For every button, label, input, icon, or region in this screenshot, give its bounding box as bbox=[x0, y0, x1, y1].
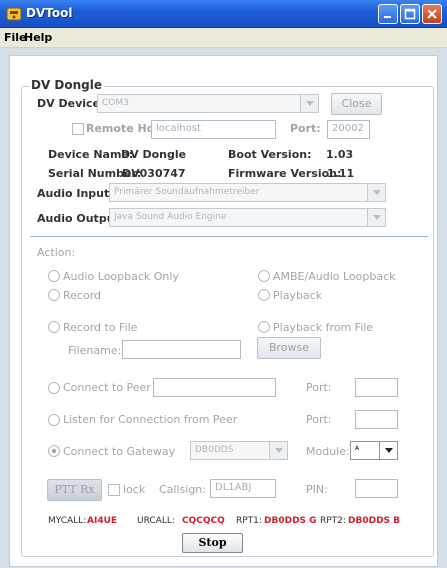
callsign-label: Callsign: bbox=[159, 483, 206, 496]
radio-playback-from-file[interactable] bbox=[258, 321, 270, 333]
remote-host-input[interactable]: localhost bbox=[151, 120, 276, 139]
close-device-button[interactable]: Close bbox=[331, 93, 382, 115]
remote-host-checkbox[interactable] bbox=[72, 123, 84, 135]
radio-record[interactable] bbox=[48, 289, 60, 301]
audio-output-value: Java Sound Audio Engine bbox=[114, 212, 227, 222]
boot-version-value: 1.03 bbox=[326, 148, 354, 161]
lock-checkbox[interactable] bbox=[108, 484, 120, 496]
browse-button[interactable]: Browse bbox=[257, 337, 321, 359]
filename-label: Filename: bbox=[68, 344, 122, 357]
chevron-down-icon bbox=[269, 442, 287, 459]
urcall-value: CQCQCQ bbox=[182, 516, 225, 526]
radio-audio-loopback[interactable] bbox=[48, 270, 60, 282]
chevron-down-icon bbox=[300, 95, 318, 112]
dv-device-select[interactable]: COM3 bbox=[97, 94, 319, 113]
chevron-down-icon bbox=[367, 209, 385, 226]
radio-listen-for-peer[interactable] bbox=[48, 414, 60, 426]
radio-playback[interactable] bbox=[258, 289, 270, 301]
gateway-value: DB0DDS bbox=[195, 445, 234, 455]
minimize-button[interactable] bbox=[378, 4, 398, 24]
module-value: A bbox=[355, 445, 360, 452]
radio-ambe-loopback[interactable] bbox=[258, 270, 270, 282]
gateway-select[interactable]: DB0DDS bbox=[190, 441, 288, 460]
device-name-value: DV Dongle bbox=[121, 148, 187, 161]
serial-number-value: DV030747 bbox=[122, 167, 186, 180]
peer-address-input[interactable] bbox=[153, 378, 276, 397]
rpt1-label: RPT1: bbox=[236, 516, 262, 526]
listen-port-input[interactable] bbox=[355, 410, 398, 429]
mycall-label: MYCALL: bbox=[48, 516, 87, 526]
audio-input-value: Primärer Soundaufnahmetreiber bbox=[114, 187, 260, 197]
pin-label: PIN: bbox=[306, 483, 328, 496]
record-label: Record bbox=[63, 289, 102, 302]
action-label: Action: bbox=[37, 246, 76, 259]
playback-label: Playback bbox=[273, 289, 323, 302]
connect-to-gateway-label: Connect to Gateway bbox=[63, 445, 176, 458]
boot-version-label: Boot Version: bbox=[228, 148, 312, 161]
audio-input-label: Audio Input: bbox=[37, 187, 114, 200]
rpt1-value: DB0DDS G bbox=[264, 516, 317, 526]
title-bar[interactable]: DVTool bbox=[0, 0, 447, 28]
menu-bar: File Help bbox=[0, 28, 447, 48]
firmware-version-label: Firmware Version: bbox=[228, 167, 342, 180]
port-label: Port: bbox=[290, 122, 321, 135]
firmware-version-value: 1.11 bbox=[327, 167, 355, 180]
urcall-label: URCALL: bbox=[137, 516, 175, 526]
audio-output-select[interactable]: Java Sound Audio Engine bbox=[109, 208, 386, 227]
module-select[interactable]: A bbox=[350, 441, 398, 460]
menu-help[interactable]: Help bbox=[24, 31, 52, 44]
record-to-file-label: Record to File bbox=[63, 321, 138, 334]
mycall-value: AI4UE bbox=[87, 516, 118, 526]
port-input[interactable]: 20002 bbox=[327, 120, 370, 139]
minimize-icon bbox=[384, 16, 391, 18]
ambe-loopback-label: AMBE/Audio Loopback bbox=[273, 270, 396, 283]
rpt2-label: RPT2: bbox=[320, 516, 346, 526]
peer-port-label: Port: bbox=[306, 381, 332, 394]
module-label: Module: bbox=[306, 445, 350, 458]
group-title: DV Dongle bbox=[29, 78, 105, 92]
maximize-icon bbox=[404, 8, 416, 20]
listen-port-label: Port: bbox=[306, 413, 332, 426]
audio-input-select[interactable]: Primärer Soundaufnahmetreiber bbox=[109, 183, 386, 202]
pin-input[interactable] bbox=[355, 479, 398, 498]
peer-port-input[interactable] bbox=[355, 378, 398, 397]
filename-input[interactable] bbox=[122, 340, 241, 359]
ptt-rx-button[interactable]: PTT Rx bbox=[47, 479, 102, 501]
chevron-down-icon bbox=[367, 184, 385, 201]
chevron-down-icon bbox=[379, 442, 397, 459]
lock-label: lock bbox=[123, 483, 146, 496]
playback-from-file-label: Playback from File bbox=[273, 321, 374, 334]
close-icon bbox=[427, 9, 437, 19]
section-divider bbox=[30, 236, 428, 237]
stop-button[interactable]: Stop bbox=[182, 533, 243, 553]
maximize-button[interactable] bbox=[400, 4, 420, 24]
listen-for-peer-label: Listen for Connection from Peer bbox=[63, 413, 238, 426]
radio-record-to-file[interactable] bbox=[48, 321, 60, 333]
rpt2-value: DB0DDS B bbox=[348, 516, 401, 526]
dv-device-label: DV Device: bbox=[37, 97, 105, 110]
dv-device-value: COM3 bbox=[102, 98, 129, 108]
connect-to-peer-label: Connect to Peer bbox=[63, 381, 151, 394]
radio-connect-to-peer[interactable] bbox=[48, 382, 60, 394]
dvtool-app-icon bbox=[6, 7, 22, 21]
radio-connect-to-gateway[interactable] bbox=[48, 445, 60, 457]
window-title: DVTool bbox=[26, 6, 73, 20]
audio-loopback-label: Audio Loopback Only bbox=[63, 270, 179, 283]
close-button[interactable] bbox=[422, 4, 442, 24]
callsign-input[interactable]: DL1ABJ bbox=[210, 479, 276, 498]
